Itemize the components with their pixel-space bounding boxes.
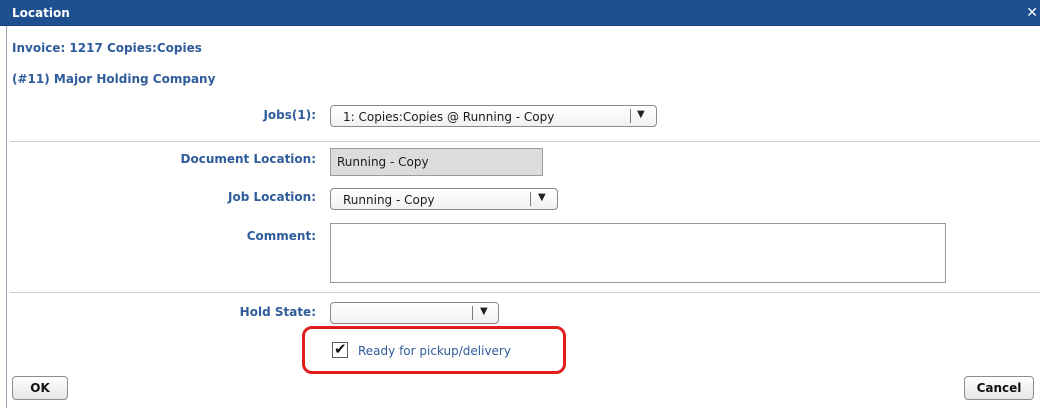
separator (10, 292, 1040, 293)
hold-state-select[interactable]: ▼ (330, 302, 499, 324)
hold-state-label: Hold State: (239, 305, 316, 319)
jobs-select[interactable]: 1: Copies:Copies @ Running - Copy ▼ (330, 105, 657, 127)
cancel-button-label: Cancel (976, 381, 1022, 395)
job-location-select[interactable]: Running - Copy ▼ (330, 188, 558, 210)
dialog-titlebar: Location ✕ (0, 0, 1040, 26)
close-icon[interactable]: ✕ (1026, 5, 1038, 21)
company-heading: (#11) Major Holding Company (12, 72, 216, 86)
checkmark-icon: ✔ (334, 340, 347, 358)
invoice-heading: Invoice: 1217 Copies:Copies (12, 41, 202, 55)
comment-label: Comment: (246, 229, 316, 243)
select-divider (630, 109, 631, 123)
jobs-select-value: 1: Copies:Copies @ Running - Copy (343, 110, 555, 124)
cancel-button[interactable]: Cancel (964, 376, 1034, 400)
select-divider (472, 306, 473, 320)
separator (10, 141, 1040, 142)
ready-checkbox-label[interactable]: Ready for pickup/delivery (358, 344, 511, 358)
job-location-label: Job Location: (227, 190, 316, 204)
select-divider (530, 192, 531, 206)
chevron-down-icon: ▼ (480, 306, 488, 317)
chevron-down-icon: ▼ (637, 109, 645, 120)
job-location-value: Running - Copy (343, 193, 435, 207)
ok-button-label: OK (30, 381, 50, 395)
document-location-field: Running - Copy (330, 148, 543, 176)
dialog-title: Location (12, 6, 70, 20)
document-location-value: Running - Copy (337, 155, 429, 169)
comment-textarea[interactable] (330, 223, 946, 283)
document-location-label: Document Location: (180, 152, 317, 166)
ready-checkbox[interactable]: ✔ (332, 340, 348, 358)
chevron-down-icon: ▼ (538, 192, 546, 203)
jobs-label: Jobs(1): (263, 108, 316, 122)
ok-button[interactable]: OK (12, 376, 68, 400)
